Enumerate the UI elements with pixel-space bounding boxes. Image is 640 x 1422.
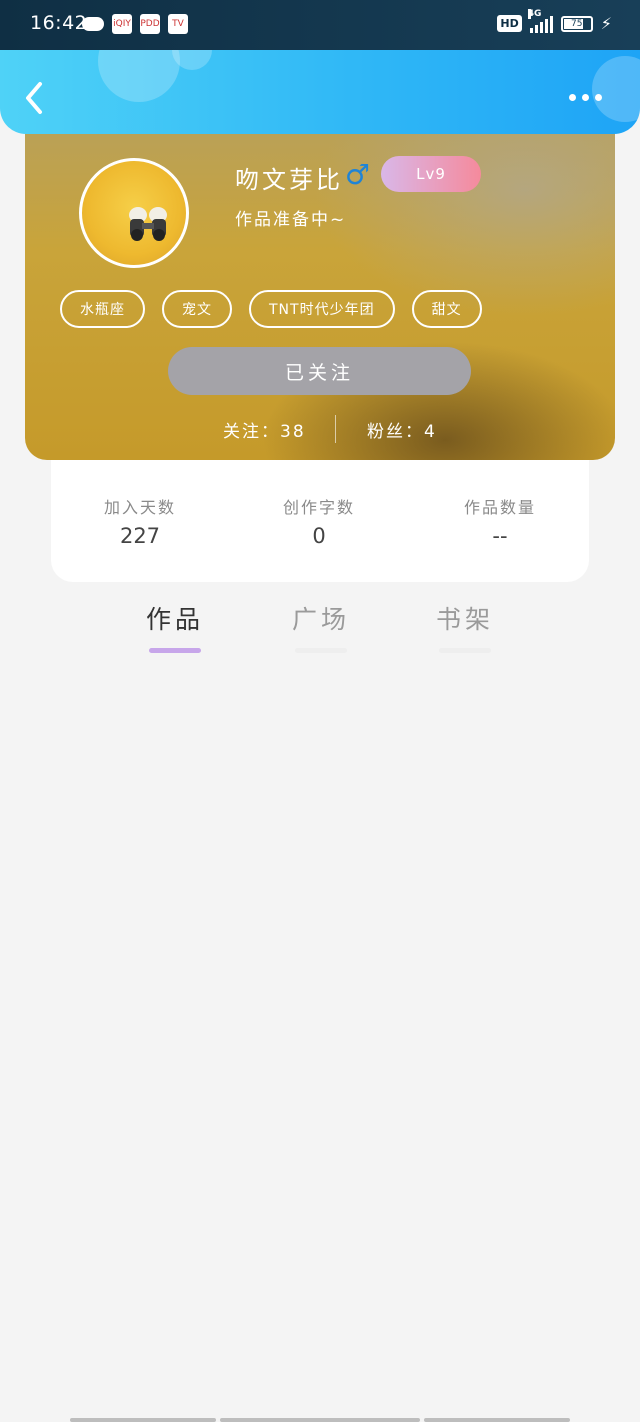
male-gender-icon: ♂: [345, 158, 371, 191]
profile-card: 吻文芽比 ♂ Lv9 作品准备中~ 水瓶座 宠文 TNT时代少年团 甜文 已关注…: [25, 110, 615, 460]
stat-label: 创作字数: [282, 498, 355, 517]
network-type: 4G: [527, 8, 542, 19]
tv-app-icon: TV: [168, 14, 188, 34]
stat-value: 227: [119, 524, 161, 548]
gesture-segment: [70, 1418, 216, 1422]
tab-label: 作品: [145, 605, 204, 634]
binoculars-icon: [129, 207, 167, 241]
dot-icon: [569, 94, 576, 101]
tag-list: 水瓶座 宠文 TNT时代少年团 甜文: [60, 290, 482, 328]
stat-value: --: [492, 524, 508, 548]
tab-label: 书架: [435, 605, 494, 634]
cloud-icon: [82, 17, 104, 31]
tab-label: 广场: [291, 605, 350, 634]
stat-label: 作品数量: [463, 498, 536, 517]
notification-icons: iQIY PDD TV: [82, 14, 188, 34]
stat-value: 0: [312, 524, 326, 548]
avatar[interactable]: [79, 158, 189, 268]
dot-icon: [595, 94, 602, 101]
stat-works-count: 作品数量 --: [430, 494, 570, 548]
tab-indicator: [295, 648, 347, 653]
hd-badge: HD: [497, 15, 522, 32]
username: 吻文芽比: [235, 166, 343, 194]
gesture-segment: [424, 1418, 570, 1422]
tab-indicator: [149, 648, 201, 653]
tag-tnt[interactable]: TNT时代少年团: [249, 290, 395, 328]
tag-sweet[interactable]: 甜文: [411, 290, 482, 328]
stat-join-days: 加入天数 227: [70, 494, 210, 548]
tag-pampering[interactable]: 宠文: [162, 290, 232, 328]
divider: [335, 415, 336, 443]
user-bio: 作品准备中~: [235, 210, 347, 230]
tag-aquarius[interactable]: 水瓶座: [60, 290, 145, 328]
tab-bookshelf[interactable]: 书架: [425, 600, 505, 653]
back-button[interactable]: [20, 80, 50, 116]
charging-icon: ⚡: [600, 14, 612, 33]
signal-icon: 4G: [527, 8, 553, 33]
gesture-segment: [220, 1418, 420, 1422]
dot-icon: [582, 94, 589, 101]
following-count[interactable]: 关注：38: [223, 417, 306, 442]
stat-word-count: 创作字数 0: [249, 494, 389, 548]
status-time: 16:42: [30, 12, 88, 34]
chevron-left-icon: [26, 82, 42, 114]
tab-indicator: [439, 648, 491, 653]
iqiyi-app-icon: iQIY: [112, 14, 132, 34]
content-tabs: 作品 广场 书架: [0, 600, 640, 660]
gesture-bar: [70, 1418, 570, 1422]
more-button[interactable]: [569, 94, 602, 101]
follow-button[interactable]: 已关注: [168, 347, 471, 395]
battery-level: 75: [571, 18, 583, 29]
status-bar: 16:42 iQIY PDD TV HD 4G 75 ⚡: [0, 0, 640, 50]
top-header: [0, 50, 640, 134]
level-badge: Lv9: [381, 156, 481, 192]
pinduoduo-app-icon: PDD: [140, 14, 160, 34]
follow-stats: 关注：38 粉丝：4: [25, 415, 615, 445]
followers-count[interactable]: 粉丝：4: [367, 417, 437, 442]
tab-square[interactable]: 广场: [281, 600, 361, 653]
tab-works[interactable]: 作品: [135, 600, 215, 653]
stat-label: 加入天数: [103, 498, 176, 517]
battery-icon: 75: [560, 15, 593, 32]
system-icons: HD 4G 75 ⚡: [497, 8, 612, 33]
